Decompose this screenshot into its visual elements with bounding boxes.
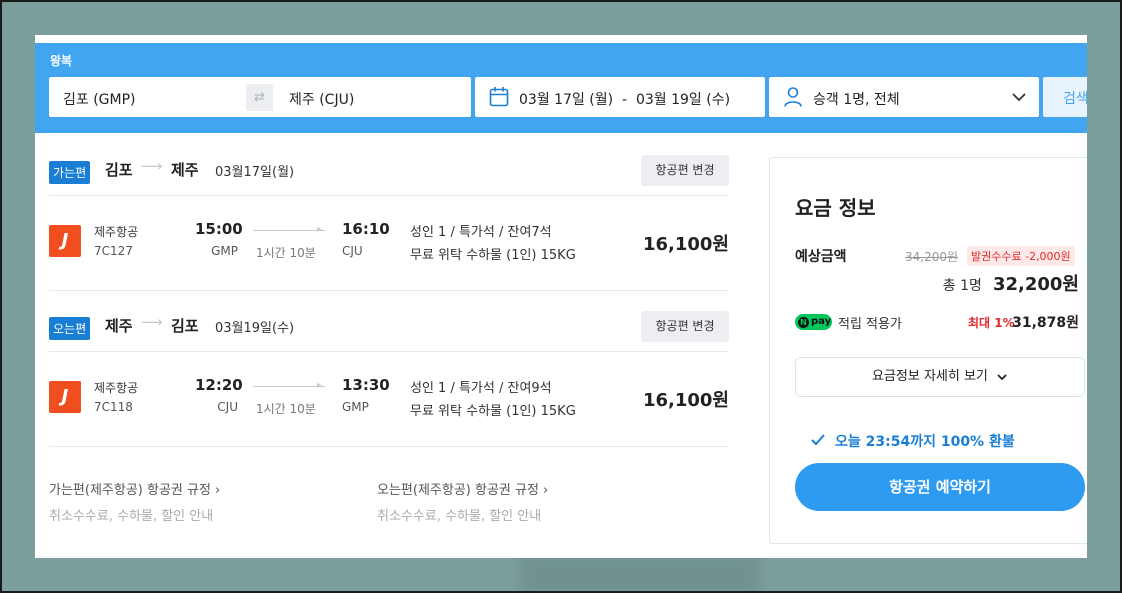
total-price: 32,200원 [992,274,1079,295]
fare-title: 요금 정보 [795,196,876,220]
points-label: 적립 적용가 [838,317,902,332]
segment-destination: 김포 [171,317,199,335]
fare-summary-panel: 요금 정보 예상금액 34,200원 발권수수료 -2,000원 총 1명 32… [769,157,1087,544]
outbound-header: 가는편 김포 ⟶ 제주 03월17일(월) 항공편 변경 [49,155,729,191]
chevron-down-icon [1012,93,1026,102]
destination-input[interactable]: 제주 (CJU) [289,89,354,109]
return-fare-rules-desc: 취소수수료, 수하물, 할인 안내 [377,509,542,524]
flight-line [253,386,325,387]
segment-origin: 제주 [105,317,133,335]
baggage-info: 무료 위탁 수하물 (1인) 15KG [410,404,576,419]
passenger-value: 승객 1명, 전체 [813,92,900,108]
divider [49,195,729,196]
origin-input[interactable]: 김포 (GMP) [63,89,136,109]
flight-duration: 1시간 10분 [256,246,316,260]
airline-logo: J [49,225,81,257]
original-price: 34,200원 [905,250,959,264]
background-photo [520,555,760,593]
airline-name: 제주항공 [94,225,139,239]
outbound-badge: 가는편 [49,161,91,184]
return-fare-rules-link[interactable]: 오는편(제주항공) 항공권 규정 › [377,479,548,498]
segment-date: 03월19일(수) [215,321,295,336]
divider [49,446,729,447]
change-flight-button[interactable]: 항공편 변경 [641,311,729,342]
return-header: 오는편 제주 ⟶ 김포 03월19일(수) 항공편 변경 [49,311,729,347]
flight-row-outbound: J 제주항공 7C127 15:00 GMP ▸ 1시간 10분 16:10 C… [49,215,729,275]
flight-number: 7C127 [94,244,133,258]
npay-n-icon: N [798,317,809,328]
search-bar: 왕복 김포 (GMP) ⇄ 제주 (CJU) 03월 17일 (월) - 03월… [35,43,1087,133]
departure-airport: CJU [217,400,238,414]
flight-price: 16,100원 [642,390,729,411]
total-row: 총 1명 32,200원 [943,270,1079,296]
arrow-right-icon: ⟶ [141,157,163,175]
flight-duration: 1시간 10분 [256,402,316,416]
segment-destination: 제주 [171,161,199,179]
check-icon [811,434,825,446]
npay-logo: Npay [795,314,832,330]
date-field[interactable]: 03월 17일 (월) - 03월 19일 (수) [475,77,765,117]
fare-detail-label: 요금정보 자세히 보기 [871,369,988,384]
flight-line [253,230,325,231]
book-ticket-button[interactable]: 항공권 예약하기 [795,463,1085,511]
refund-note: 오늘 23:54까지 100% 환불 [835,434,1015,450]
baggage-info: 무료 위탁 수하물 (1인) 15KG [410,248,576,263]
points-price: 31,878원 [1012,315,1079,331]
segment-date: 03월17일(월) [215,165,295,180]
swap-icon: ⇄ [254,90,265,105]
departure-airport: GMP [211,244,238,258]
date-range-value: 03월 17일 (월) - 03월 19일 (수) [519,92,731,108]
airline-logo: J [49,381,81,413]
outbound-fare-rules-link[interactable]: 가는편(제주항공) 항공권 규정 › [49,479,220,498]
npay-text: pay [811,316,832,327]
divider [49,351,729,352]
fare-detail-button[interactable]: 요금정보 자세히 보기 [795,357,1085,397]
arrival-time: 13:30 [342,376,390,394]
discount-badge: 발권수수료 -2,000원 [967,246,1075,266]
outbound-fare-rules-desc: 취소수수료, 수하물, 할인 안내 [49,509,214,524]
points-rate: 최대 1% [968,316,1015,330]
flight-row-return: J 제주항공 7C118 12:20 CJU ▸ 1시간 10분 13:30 G… [49,371,729,431]
arrow-right-icon: ⟶ [141,313,163,331]
airline-name: 제주항공 [94,381,139,395]
segment-origin: 김포 [105,161,133,179]
arrow-head-icon: ▸ [317,380,323,391]
passenger-select[interactable]: 승객 1명, 전체 [769,77,1039,117]
swap-route-button[interactable]: ⇄ [246,84,273,111]
flight-number: 7C118 [94,400,133,414]
arrival-time: 16:10 [342,220,390,238]
search-button[interactable]: 검색 [1043,77,1087,117]
chevron-down-icon [997,373,1007,380]
change-flight-button[interactable]: 항공편 변경 [641,155,729,186]
fare-class-info: 성인 1 / 특가석 / 잔여7석 [410,225,552,240]
departure-time: 12:20 [195,376,243,394]
route-field[interactable]: 김포 (GMP) ⇄ 제주 (CJU) [49,77,471,117]
flight-price: 16,100원 [642,234,729,255]
fare-class-info: 성인 1 / 특가석 / 잔여9석 [410,381,552,396]
return-badge: 오는편 [49,317,91,340]
booking-panel: 왕복 김포 (GMP) ⇄ 제주 (CJU) 03월 17일 (월) - 03월… [35,35,1087,558]
arrival-airport: GMP [342,400,369,414]
arrival-airport: CJU [342,244,363,258]
calendar-icon [489,87,509,107]
estimate-label: 예상금액 [795,249,847,265]
total-label: 총 1명 [942,278,982,294]
divider [49,290,729,291]
trip-type-label: 왕복 [50,54,73,68]
departure-time: 15:00 [195,220,243,238]
arrow-head-icon: ▸ [317,224,323,235]
person-icon [784,87,802,107]
